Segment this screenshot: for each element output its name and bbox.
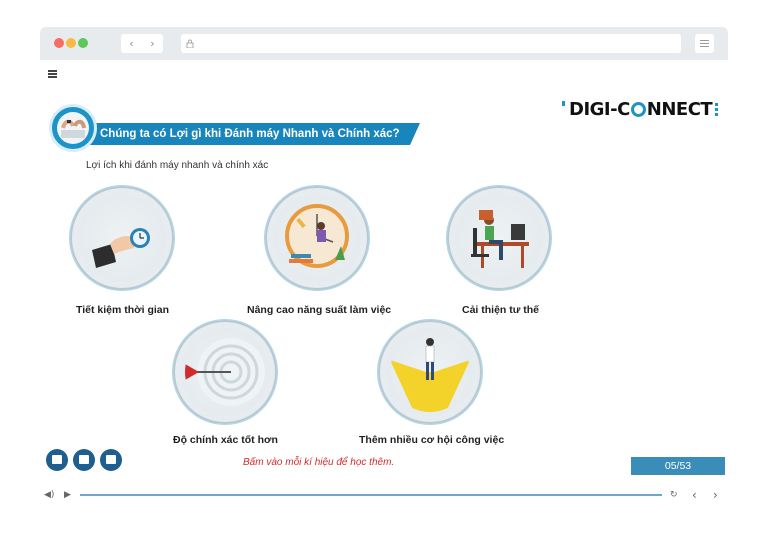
minimize-window-button[interactable] <box>66 38 76 48</box>
sidebar-menu-icon[interactable] <box>48 70 57 78</box>
progress-slider[interactable] <box>80 494 662 496</box>
menu-icon <box>700 40 709 41</box>
item-label-productivity: Nâng cao năng suất làm việc <box>247 304 392 316</box>
play-icon[interactable]: ▶ <box>64 488 71 502</box>
item-label-accuracy: Độ chính xác tốt hơn <box>173 434 278 446</box>
home-icon[interactable] <box>46 449 68 471</box>
maximize-window-button[interactable] <box>78 38 88 48</box>
volume-icon[interactable]: ◀) <box>44 488 54 502</box>
digi-connect-logo: DIGI-C NNECT <box>562 96 719 122</box>
media-player-bar: ◀) ▶ ↻ ‹ › <box>42 488 728 502</box>
next-slide-icon[interactable]: › <box>713 488 718 502</box>
previous-slide-icon[interactable]: ‹ <box>692 488 697 502</box>
item-label-job-opportunities: Thêm nhiều cơ hội công việc <box>359 434 505 446</box>
browser-toolbar: ‹ › <box>40 27 728 60</box>
hand-watch-icon <box>82 198 162 278</box>
instruction-hint: Bấm vào mỗi kí hiệu để học thêm. <box>243 457 395 468</box>
productivity-button[interactable] <box>265 186 369 290</box>
stop-icon[interactable] <box>73 449 95 471</box>
clock-productivity-icon <box>277 198 357 278</box>
folder-icon[interactable] <box>100 449 122 471</box>
item-label-save-time: Tiết kiệm thời gian <box>76 304 170 316</box>
page-title: Chúng ta có Lợi gì khi Đánh máy Nhanh và… <box>100 128 400 140</box>
save-time-button[interactable] <box>70 186 174 290</box>
back-button[interactable]: ‹ <box>121 34 142 53</box>
crossroads-person-icon <box>390 332 470 412</box>
page-subtitle: Lợi ích khi đánh máy nhanh và chính xác <box>86 160 269 171</box>
accuracy-button[interactable] <box>173 320 277 424</box>
job-opportunities-button[interactable] <box>378 320 482 424</box>
desk-posture-icon <box>459 198 539 278</box>
replay-icon[interactable]: ↻ <box>670 488 678 502</box>
forward-button[interactable]: › <box>142 34 163 53</box>
dart-target-icon <box>185 332 265 412</box>
browser-menu-button[interactable] <box>695 34 714 53</box>
bottom-toolbar <box>46 449 122 471</box>
posture-button[interactable] <box>447 186 551 290</box>
address-bar[interactable] <box>181 34 681 53</box>
typing-hands-icon <box>49 104 97 152</box>
close-window-button[interactable] <box>54 38 64 48</box>
item-label-posture: Cải thiện tư thế <box>462 304 540 316</box>
page-counter: 05/53 <box>631 457 725 475</box>
lock-icon <box>186 39 194 48</box>
nav-buttons: ‹ › <box>121 34 163 53</box>
